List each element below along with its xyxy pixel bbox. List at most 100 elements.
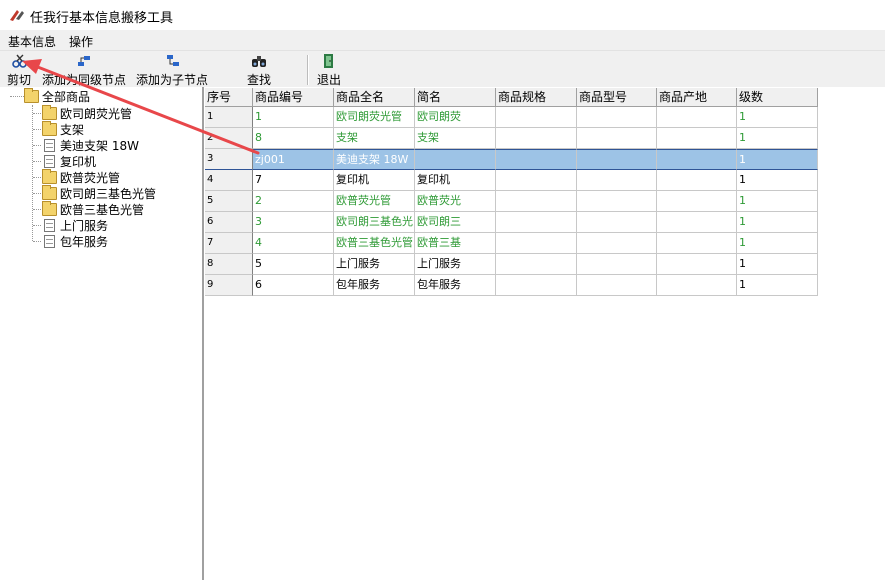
add-child-button[interactable]: 添加为子节点: [133, 51, 213, 87]
table-cell-code[interactable]: 1: [253, 107, 334, 128]
column-header[interactable]: 商品全名: [334, 88, 415, 107]
table-cell-short[interactable]: 欧司朗荧: [415, 107, 496, 128]
table-cell-code[interactable]: 4: [253, 233, 334, 254]
table-cell-level[interactable]: 1: [737, 128, 818, 149]
table-cell-name[interactable]: 欧司朗三基色光: [334, 212, 415, 233]
table-cell-spec[interactable]: [496, 191, 577, 212]
row-number[interactable]: 8: [205, 254, 253, 275]
column-header[interactable]: 商品产地: [657, 88, 737, 107]
table-cell-code[interactable]: 6: [253, 275, 334, 296]
table-cell-origin[interactable]: [657, 254, 737, 275]
folder-icon: [42, 105, 57, 120]
table-cell-short[interactable]: 欧普三基: [415, 233, 496, 254]
table-cell-origin[interactable]: [657, 128, 737, 149]
menu-operations[interactable]: 操作: [69, 33, 93, 50]
table-cell-model[interactable]: [577, 149, 657, 170]
table-cell-level[interactable]: 1: [737, 191, 818, 212]
table-cell-level[interactable]: 1: [737, 275, 818, 296]
exit-button[interactable]: 退出: [314, 51, 344, 87]
add-sibling-icon: [78, 56, 90, 66]
table-cell-code[interactable]: 8: [253, 128, 334, 149]
table-cell-short[interactable]: 欧司朗三: [415, 212, 496, 233]
title-bar: 任我行基本信息搬移工具: [0, 0, 885, 30]
table-cell-name[interactable]: 支架: [334, 128, 415, 149]
table-cell-spec[interactable]: [496, 275, 577, 296]
table-cell-spec[interactable]: [496, 107, 577, 128]
table-cell-name[interactable]: 上门服务: [334, 254, 415, 275]
add-child-icon: [167, 55, 179, 66]
table-cell-short[interactable]: 包年服务: [415, 275, 496, 296]
table-cell-origin[interactable]: [657, 191, 737, 212]
tree-connector: [10, 96, 24, 97]
table-cell-model[interactable]: [577, 275, 657, 296]
table-cell-short[interactable]: 复印机: [415, 170, 496, 191]
column-header[interactable]: 简名: [415, 88, 496, 107]
cut-button[interactable]: 剪切: [4, 51, 38, 87]
tree-item-label: 上门服务: [60, 219, 109, 233]
table-cell-model[interactable]: [577, 212, 657, 233]
folder-icon: [42, 169, 57, 184]
table-cell-model[interactable]: [577, 191, 657, 212]
column-header[interactable]: 商品规格: [496, 88, 577, 107]
folder-icon: [42, 185, 57, 200]
cut-label: 剪切: [7, 73, 32, 87]
find-button[interactable]: 查找: [244, 51, 274, 87]
table-cell-level[interactable]: 1: [737, 233, 818, 254]
table-cell-level[interactable]: 1: [737, 149, 818, 170]
table-cell-spec[interactable]: [496, 233, 577, 254]
row-number[interactable]: 6: [205, 212, 253, 233]
table-cell-name[interactable]: 欧司朗荧光管: [334, 107, 415, 128]
table-cell-origin[interactable]: [657, 233, 737, 254]
table-cell-code[interactable]: zj001: [253, 149, 334, 170]
table-cell-spec[interactable]: [496, 128, 577, 149]
table-cell-spec[interactable]: [496, 254, 577, 275]
table-cell-name[interactable]: 美迪支架 18W: [334, 149, 415, 170]
row-number[interactable]: 7: [205, 233, 253, 254]
table-cell-code[interactable]: 5: [253, 254, 334, 275]
table-cell-model[interactable]: [577, 170, 657, 191]
table-cell-short[interactable]: 上门服务: [415, 254, 496, 275]
table-cell-spec[interactable]: [496, 212, 577, 233]
table-cell-name[interactable]: 包年服务: [334, 275, 415, 296]
table-cell-level[interactable]: 1: [737, 212, 818, 233]
column-header[interactable]: 商品型号: [577, 88, 657, 107]
row-number[interactable]: 9: [205, 275, 253, 296]
row-number[interactable]: 4: [205, 170, 253, 191]
table-cell-level[interactable]: 1: [737, 254, 818, 275]
category-tree[interactable]: 全部商品 欧司朗荧光管 支架 美迪支架 18W 复印机 欧普荧光管 欧司朗三基色…: [0, 87, 204, 580]
table-cell-name[interactable]: 欧普三基色光管: [334, 233, 415, 254]
row-number[interactable]: 5: [205, 191, 253, 212]
table-cell-origin[interactable]: [657, 149, 737, 170]
table-cell-name[interactable]: 复印机: [334, 170, 415, 191]
row-number[interactable]: 3: [205, 149, 253, 170]
table-cell-level[interactable]: 1: [737, 170, 818, 191]
add-sibling-button[interactable]: 添加为同级节点: [38, 51, 130, 87]
table-cell-short[interactable]: 支架: [415, 128, 496, 149]
menu-basic-info[interactable]: 基本信息: [8, 33, 56, 50]
table-cell-model[interactable]: [577, 107, 657, 128]
table-cell-code[interactable]: 7: [253, 170, 334, 191]
table-cell-model[interactable]: [577, 128, 657, 149]
tree-connector: [33, 177, 41, 178]
table-cell-spec[interactable]: [496, 149, 577, 170]
file-icon: [44, 219, 55, 232]
column-header[interactable]: 序号: [205, 88, 253, 107]
table-cell-code[interactable]: 2: [253, 191, 334, 212]
file-icon: [44, 139, 55, 152]
table-cell-origin[interactable]: [657, 275, 737, 296]
column-header[interactable]: 级数: [737, 88, 818, 107]
table-cell-origin[interactable]: [657, 212, 737, 233]
table-cell-model[interactable]: [577, 233, 657, 254]
table-cell-code[interactable]: 3: [253, 212, 334, 233]
table-cell-origin[interactable]: [657, 170, 737, 191]
table-cell-short[interactable]: 欧普荧光: [415, 191, 496, 212]
table-cell-origin[interactable]: [657, 107, 737, 128]
table-cell-spec[interactable]: [496, 170, 577, 191]
table-cell-short[interactable]: [415, 149, 496, 170]
table-cell-level[interactable]: 1: [737, 107, 818, 128]
table-cell-name[interactable]: 欧普荧光管: [334, 191, 415, 212]
column-header[interactable]: 商品编号: [253, 88, 334, 107]
row-number[interactable]: 1: [205, 107, 253, 128]
row-number[interactable]: 2: [205, 128, 253, 149]
table-cell-model[interactable]: [577, 254, 657, 275]
